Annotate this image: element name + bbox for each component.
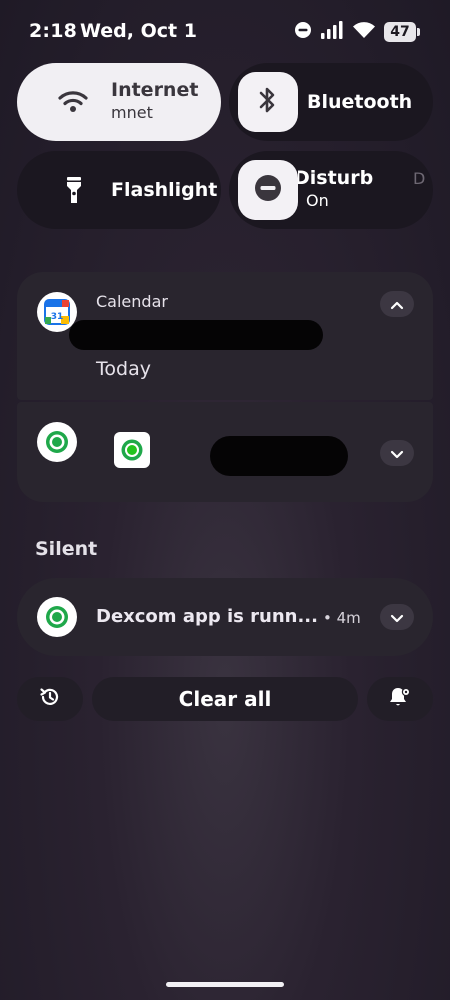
expand-button[interactable]	[380, 604, 414, 630]
status-bar: 2:18 Wed, Oct 1 47	[0, 0, 450, 62]
silent-section-label: Silent	[35, 538, 98, 560]
flashlight-title: Flashlight	[111, 179, 218, 201]
next-tile-peek: D	[413, 169, 426, 188]
calendar-app-name: Calendar	[96, 292, 168, 311]
internet-title: Internet	[111, 79, 199, 101]
history-button[interactable]	[17, 677, 83, 721]
status-date: Wed, Oct 1	[80, 20, 197, 42]
collapse-button[interactable]	[380, 291, 414, 317]
dexcom-group-notification[interactable]	[17, 402, 433, 502]
do-not-disturb-icon	[294, 21, 312, 43]
flashlight-icon	[65, 176, 83, 208]
chevron-down-icon	[390, 444, 404, 463]
dexcom-app-icon	[37, 597, 77, 637]
battery-level: 47	[384, 22, 416, 42]
status-icons: 47	[294, 20, 420, 44]
redacted-content	[69, 320, 323, 350]
bluetooth-tile[interactable]: Bluetooth	[229, 63, 433, 141]
calendar-notification[interactable]: 31 Calendar Today	[17, 272, 433, 400]
dnd-icon-box[interactable]	[238, 160, 298, 220]
calendar-body: Today	[96, 358, 151, 380]
dnd-title: Disturb	[298, 167, 374, 189]
flashlight-tile[interactable]: Flashlight	[17, 151, 221, 229]
wifi-icon	[352, 21, 376, 43]
home-indicator[interactable]	[166, 982, 284, 987]
bluetooth-icon-box[interactable]	[238, 72, 298, 132]
do-not-disturb-icon	[253, 173, 283, 207]
dexcom-silent-notification[interactable]: Dexcom app is runn... • 4m	[17, 578, 433, 656]
expand-button[interactable]	[380, 440, 414, 466]
bluetooth-title: Bluetooth	[307, 91, 413, 113]
internet-tile[interactable]: Internet mnet	[17, 63, 221, 141]
bluetooth-icon	[257, 85, 279, 119]
signal-icon	[320, 21, 344, 43]
dexcom-notification-title: Dexcom app is runn...	[96, 606, 318, 627]
dnd-tile[interactable]: Disturb On D	[229, 151, 433, 229]
wifi-icon	[57, 89, 89, 119]
dexcom-app-icon	[37, 422, 77, 462]
battery-icon: 47	[384, 22, 420, 42]
notification-settings-icon	[388, 686, 412, 712]
status-time: 2:18	[29, 20, 78, 42]
chevron-down-icon	[390, 608, 404, 627]
history-icon	[39, 686, 61, 712]
dexcom-notification-time: • 4m	[323, 609, 361, 627]
clear-all-label: Clear all	[178, 687, 272, 711]
clear-all-button[interactable]: Clear all	[92, 677, 358, 721]
internet-subtitle: mnet	[111, 103, 153, 122]
dnd-subtitle: On	[306, 191, 329, 210]
dexcom-small-icon	[114, 432, 150, 468]
redacted-content	[210, 436, 348, 476]
notification-settings-button[interactable]	[367, 677, 433, 721]
chevron-up-icon	[390, 295, 404, 314]
svg-text:31: 31	[51, 312, 64, 322]
